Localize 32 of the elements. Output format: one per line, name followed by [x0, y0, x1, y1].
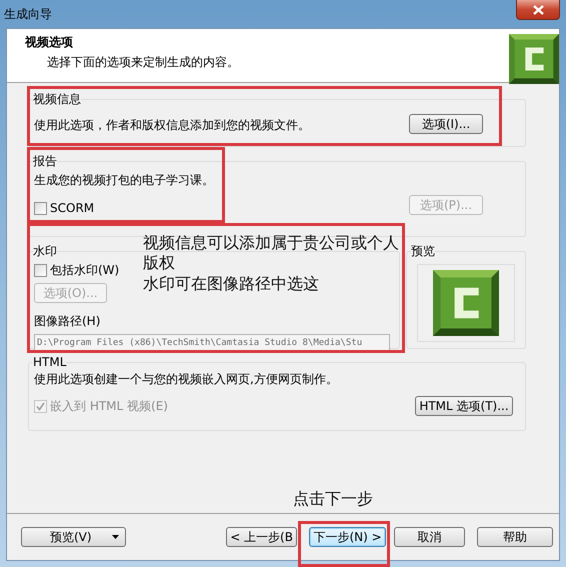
checkbox-label: SCORM	[50, 201, 94, 215]
field-label: 图像路径(H)	[34, 313, 102, 330]
window-title: 生成向导	[4, 6, 52, 22]
group-title: 视频信息	[33, 91, 81, 108]
page-subtitle: 选择下面的选项来定制生成的内容。	[47, 54, 239, 71]
help-button[interactable]: 帮助	[477, 527, 553, 547]
back-button[interactable]: < 上一步(B	[226, 527, 298, 547]
checkbox-label: 嵌入到 HTML 视频(E)	[50, 398, 168, 414]
checkbox[interactable]	[34, 202, 47, 214]
group-title: 预览	[411, 243, 435, 260]
annotation-note: 点击下一步	[293, 489, 373, 509]
options-button[interactable]: HTML 选项(T)...	[415, 396, 513, 416]
next-button[interactable]: 下一步(N) >	[309, 527, 386, 547]
cancel-button[interactable]: 取消	[394, 527, 466, 547]
close-button[interactable]	[516, 0, 560, 20]
checkbox[interactable]	[34, 264, 47, 277]
page-title: 视频选项	[25, 34, 74, 51]
logo-preview-icon	[433, 270, 499, 336]
group-title: HTML	[33, 355, 66, 369]
annotation-note: 水印可在图像路径中选这	[143, 274, 320, 294]
group-title: 报告	[33, 153, 57, 170]
options-button[interactable]: 选项(I)...	[409, 114, 483, 134]
logo-icon	[509, 34, 559, 84]
preview-dropdown-button[interactable]: 预览(V)	[21, 527, 126, 547]
checkbox-label: 包括水印(W)	[50, 262, 120, 279]
group-description: 使用此选项创建一个与您的视频嵌入网页,方便网页制作。	[34, 371, 339, 388]
group-description: 使用此选项，作者和版权信息添加到您的视频文件。	[34, 117, 310, 134]
group-title: 水印	[33, 243, 57, 260]
close-icon	[532, 4, 544, 14]
caret-icon	[112, 535, 120, 539]
annotation-note: 视频信息可以添加属于贵公司或个人版权	[143, 233, 400, 273]
group-description: 生成您的视频打包的电子学习课。	[34, 172, 215, 189]
